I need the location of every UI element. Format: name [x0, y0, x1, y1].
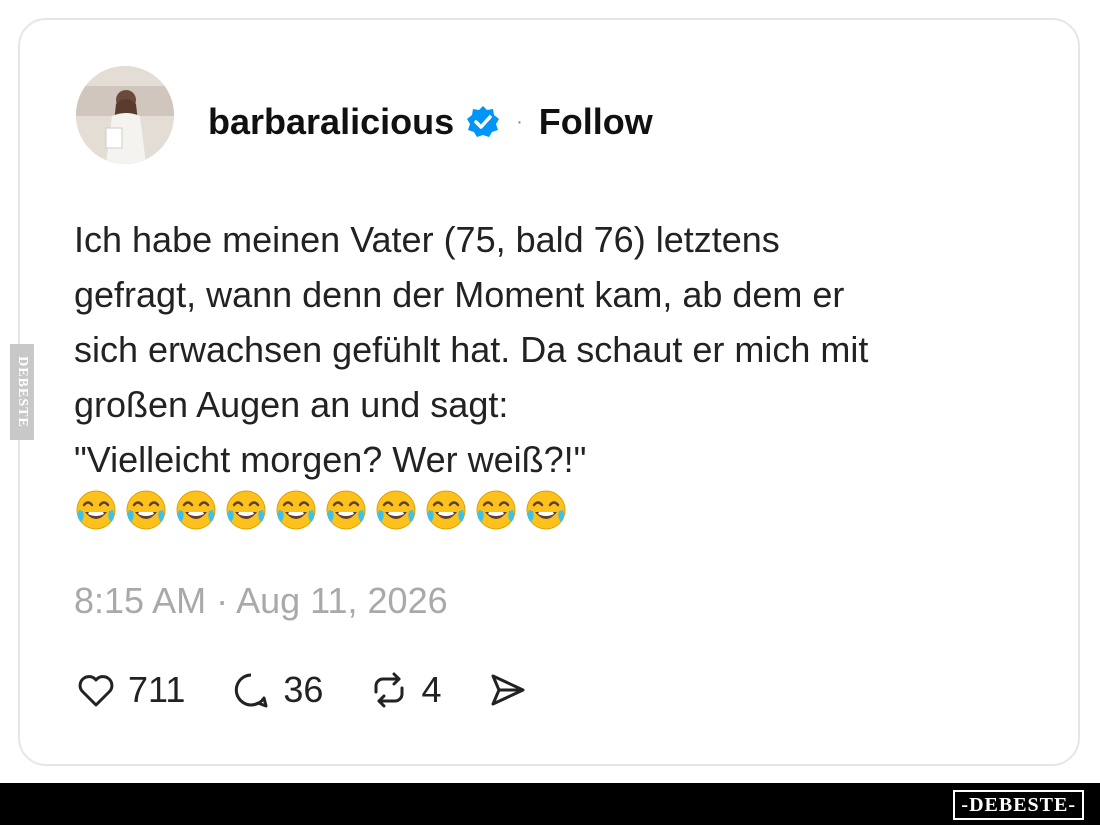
tears-of-joy-emoji-icon [526, 490, 566, 530]
avatar-image [76, 66, 174, 164]
post-card: barbaralicious · Follow Ich habe meinen … [18, 18, 1080, 766]
reply-button[interactable]: 36 [229, 668, 323, 712]
watermark-logo: -DEBESTE- [953, 790, 1084, 820]
side-watermark-text: DEBESTE [15, 356, 30, 428]
username[interactable]: barbaralicious [208, 101, 454, 143]
tears-of-joy-emoji-icon [426, 490, 466, 530]
repost-icon [374, 672, 404, 708]
verified-badge-icon [467, 106, 500, 137]
tears-of-joy-emoji-icon [76, 490, 116, 530]
separator-dot: · [516, 110, 523, 133]
avatar[interactable] [76, 66, 174, 164]
action-bar: 711 36 4 [74, 668, 529, 712]
tears-of-joy-emoji-icon [226, 490, 266, 530]
like-button[interactable]: 711 [74, 668, 185, 712]
timestamp[interactable]: 8:15 AM · Aug 11, 2026 [74, 580, 448, 622]
heart-icon [78, 675, 114, 707]
side-watermark: DEBESTE [10, 344, 34, 440]
tears-of-joy-emoji-icon [126, 490, 166, 530]
reply-count: 36 [283, 669, 324, 710]
tears-of-joy-emoji-icon [376, 490, 416, 530]
repost-count: 4 [421, 669, 442, 710]
tears-of-joy-emoji-icon [176, 490, 216, 530]
repost-button[interactable]: 4 [367, 668, 441, 712]
footer-bar: -DEBESTE- [0, 783, 1100, 825]
follow-button[interactable]: Follow [539, 101, 653, 143]
tears-of-joy-emoji-icon [326, 490, 366, 530]
comment-icon [235, 673, 268, 708]
like-count: 711 [128, 669, 186, 710]
emoji-row [74, 488, 568, 532]
post-header: barbaralicious · Follow [208, 98, 653, 146]
post-text: Ich habe meinen Vater (75, bald 76) letz… [74, 219, 869, 480]
share-button[interactable] [485, 668, 529, 712]
tears-of-joy-emoji-icon [476, 490, 516, 530]
tears-of-joy-emoji-icon [276, 490, 316, 530]
send-icon [491, 674, 525, 706]
